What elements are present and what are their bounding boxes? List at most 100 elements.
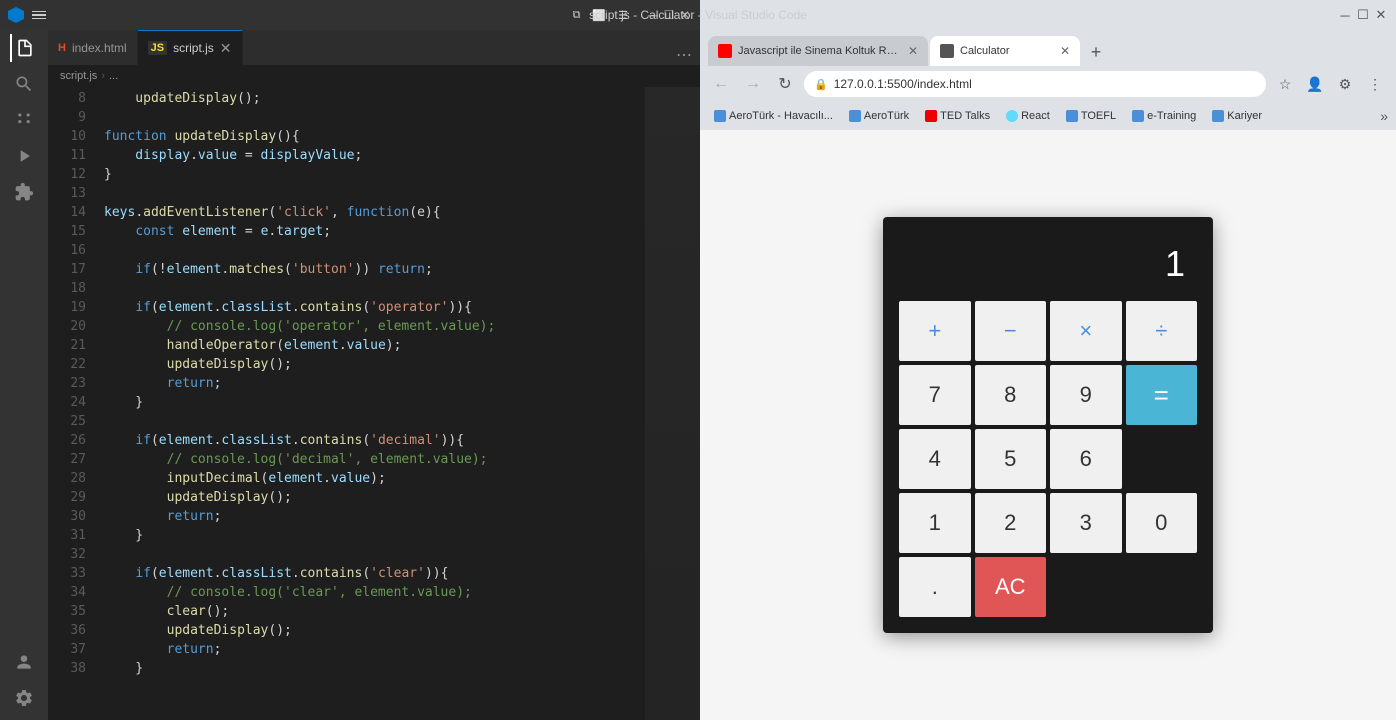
browser-tab-calculator[interactable]: Calculator ✕ — [930, 36, 1080, 66]
bookmark-favicon-kariyer — [1212, 110, 1224, 122]
run-debug-icon[interactable] — [10, 142, 38, 170]
browser-tab-youtube[interactable]: Javascript ile Sinema Koltuk Rez... ✕ — [708, 36, 928, 66]
address-bar[interactable]: 🔒 127.0.0.1:5500/index.html — [804, 71, 1266, 97]
browser-tab-youtube-close[interactable]: ✕ — [908, 44, 918, 58]
calc-btn-minus[interactable]: − — [975, 301, 1047, 361]
settings-icon[interactable] — [10, 684, 38, 712]
bookmark-label-react: React — [1021, 110, 1050, 122]
bookmark-label-aerotürk: AeroTürk — [864, 110, 909, 122]
forward-button[interactable]: → — [740, 71, 766, 97]
bookmark-etraining[interactable]: e-Training — [1126, 108, 1202, 124]
new-tab-button[interactable]: + — [1082, 38, 1110, 66]
tab-label-script: script.js — [173, 41, 214, 55]
calc-btn-9[interactable]: 9 — [1050, 365, 1122, 425]
breadcrumb-separator: › — [101, 70, 105, 82]
bookmark-aerotürk-havacilik[interactable]: AeroTürk - Havacılı... — [708, 108, 839, 124]
calc-btn-6[interactable]: 6 — [1050, 429, 1122, 489]
calculator-buttons: + − × ÷ 7 8 9 = 4 5 6 1 2 3 0 . — [899, 301, 1197, 617]
bookmarks-toolbar: AeroTürk - Havacılı... AeroTürk TED Talk… — [700, 102, 1396, 130]
browser-tab-calculator-close[interactable]: ✕ — [1060, 44, 1070, 58]
html-file-icon: H — [58, 42, 66, 54]
bookmark-label-ted: TED Talks — [940, 110, 990, 122]
calculator-favicon — [940, 44, 954, 58]
bookmark-favicon-aerotürk — [849, 110, 861, 122]
source-control-icon[interactable] — [10, 106, 38, 134]
vscode-logo-icon — [8, 7, 24, 23]
breadcrumb-context: ... — [109, 70, 118, 82]
browser-tab-bar: Javascript ile Sinema Koltuk Rez... ✕ Ca… — [700, 30, 1396, 66]
bookmark-label-aerotürk-havacilik: AeroTürk - Havacılı... — [729, 110, 833, 122]
js-file-icon: JS — [148, 41, 167, 55]
back-button[interactable]: ← — [708, 71, 734, 97]
browser-extensions-button[interactable]: ⚙ — [1332, 71, 1358, 97]
line-numbers: 8 9 10 11 12 13 14 15 16 17 18 19 20 21 … — [48, 87, 96, 720]
lock-icon: 🔒 — [814, 78, 828, 91]
code-content[interactable]: updateDisplay(); function updateDisplay(… — [96, 87, 645, 720]
calculator-app: 1 + − × ÷ 7 8 9 = 4 5 6 1 2 3 — [883, 217, 1213, 633]
breadcrumb-bar: script.js › ... — [48, 65, 700, 87]
calc-btn-4[interactable]: 4 — [899, 429, 971, 489]
bookmark-favicon-toefl — [1066, 110, 1078, 122]
browser-minimize-button[interactable]: ─ — [1338, 8, 1352, 22]
vscode-editor: script.js - Calculator - Visual Studio C… — [0, 0, 700, 720]
calc-btn-1[interactable]: 1 — [899, 493, 971, 553]
calc-btn-5[interactable]: 5 — [975, 429, 1047, 489]
calc-btn-0[interactable]: 0 — [1126, 493, 1198, 553]
browser-menu-button[interactable]: ⋮ — [1362, 71, 1388, 97]
code-editor[interactable]: 8 9 10 11 12 13 14 15 16 17 18 19 20 21 … — [48, 87, 700, 720]
browser-window: ─ ☐ ✕ Javascript ile Sinema Koltuk Rez..… — [700, 0, 1396, 720]
calc-btn-plus[interactable]: + — [899, 301, 971, 361]
browser-tab-calculator-label: Calculator — [960, 45, 1054, 57]
calc-btn-8[interactable]: 8 — [975, 365, 1047, 425]
bookmarks-more-button[interactable]: » — [1380, 108, 1388, 124]
tab-label-index: index.html — [72, 41, 127, 55]
vscode-title-bar: script.js - Calculator - Visual Studio C… — [0, 0, 700, 30]
tab-overflow-button[interactable]: ⋯ — [668, 45, 700, 65]
browser-nav-bar: ← → ↻ 🔒 127.0.0.1:5500/index.html ☆ 👤 ⚙ … — [700, 66, 1396, 102]
bookmark-star-button[interactable]: ☆ — [1272, 71, 1298, 97]
calc-btn-3[interactable]: 3 — [1050, 493, 1122, 553]
calc-btn-decimal[interactable]: . — [899, 557, 971, 617]
browser-maximize-button[interactable]: ☐ — [1356, 8, 1370, 22]
bookmark-favicon-etraining — [1132, 110, 1144, 122]
bookmark-ted-talks[interactable]: TED Talks — [919, 108, 996, 124]
tab-index-html[interactable]: H index.html — [48, 30, 138, 65]
browser-close-button[interactable]: ✕ — [1374, 8, 1388, 22]
tab-script-js[interactable]: JS script.js ✕ — [138, 30, 243, 65]
calculator-display: 1 — [899, 233, 1197, 301]
bookmark-kariyer[interactable]: Kariyer — [1206, 108, 1268, 124]
split-editor-icon[interactable]: ⧉ — [569, 7, 585, 24]
browser-profile-button[interactable]: 👤 — [1302, 71, 1328, 97]
calc-btn-multiply[interactable]: × — [1050, 301, 1122, 361]
account-icon[interactable] — [10, 648, 38, 676]
menu-icon[interactable] — [32, 11, 46, 20]
bookmark-toefl[interactable]: TOEFL — [1060, 108, 1122, 124]
tab-bar: H index.html JS script.js ✕ ⋯ — [48, 30, 700, 65]
minimap-content — [645, 87, 700, 720]
explorer-icon[interactable] — [10, 34, 38, 62]
bookmark-aerotürk[interactable]: AeroTürk — [843, 108, 915, 124]
editor-body: H index.html JS script.js ✕ ⋯ script.js … — [0, 30, 700, 720]
activity-bar — [0, 30, 48, 720]
tab-close-button[interactable]: ✕ — [220, 40, 232, 57]
breadcrumb-filename: script.js — [60, 70, 97, 82]
reload-button[interactable]: ↻ — [772, 71, 798, 97]
bookmark-favicon-aerotürk-havacilik — [714, 110, 726, 122]
search-icon[interactable] — [10, 70, 38, 98]
bookmark-favicon-ted — [925, 110, 937, 122]
calc-btn-2[interactable]: 2 — [975, 493, 1047, 553]
calc-btn-divide[interactable]: ÷ — [1126, 301, 1198, 361]
editor-area: H index.html JS script.js ✕ ⋯ script.js … — [48, 30, 700, 720]
calc-btn-clear[interactable]: AC — [975, 557, 1047, 617]
extensions-icon[interactable] — [10, 178, 38, 206]
vscode-window-title: script.js - Calculator - Visual Studio C… — [589, 8, 807, 22]
calc-btn-7[interactable]: 7 — [899, 365, 971, 425]
bookmark-favicon-react — [1006, 110, 1018, 122]
activity-bar-bottom — [10, 648, 38, 720]
browser-content: 1 + − × ÷ 7 8 9 = 4 5 6 1 2 3 — [700, 130, 1396, 720]
calc-btn-equals[interactable]: = — [1126, 365, 1198, 425]
title-bar-left — [8, 7, 46, 23]
bookmark-react[interactable]: React — [1000, 108, 1056, 124]
address-url-text: 127.0.0.1:5500/index.html — [834, 77, 1256, 91]
bookmark-label-kariyer: Kariyer — [1227, 110, 1262, 122]
